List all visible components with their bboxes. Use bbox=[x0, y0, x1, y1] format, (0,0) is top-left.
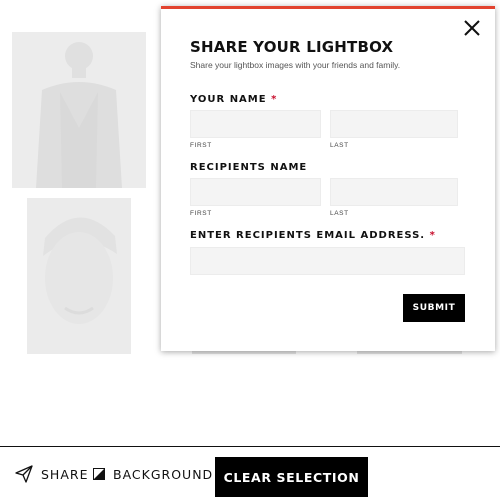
clear-selection-button[interactable]: CLEAR SELECTION bbox=[215, 457, 368, 497]
required-mark: * bbox=[429, 230, 436, 241]
share-button[interactable]: SHARE bbox=[14, 447, 88, 500]
contrast-icon bbox=[93, 468, 105, 480]
person-photo bbox=[12, 32, 146, 188]
paper-plane-icon bbox=[15, 465, 33, 483]
share-label: SHARE bbox=[41, 466, 89, 482]
face-photo bbox=[27, 198, 131, 354]
your-name-label-text: YOUR NAME bbox=[190, 94, 267, 105]
required-mark: * bbox=[271, 94, 278, 105]
recipients-name-label: RECIPIENTS NAME bbox=[190, 162, 308, 173]
recipient-first-name-input[interactable] bbox=[190, 178, 321, 206]
modal-title: SHARE YOUR LIGHTBOX bbox=[190, 38, 394, 56]
lightbox-thumbnail-edge bbox=[192, 351, 296, 354]
your-first-name-input[interactable] bbox=[190, 110, 321, 138]
background-label: BACKGROUND bbox=[113, 466, 214, 482]
first-sublabel: FIRST bbox=[190, 210, 212, 217]
email-label: ENTER RECIPIENTS EMAIL ADDRESS. * bbox=[190, 230, 436, 241]
your-last-name-input[interactable] bbox=[330, 110, 458, 138]
recipient-email-input[interactable] bbox=[190, 247, 465, 275]
lightbox-thumbnail[interactable] bbox=[27, 198, 131, 354]
lightbox-thumbnail[interactable] bbox=[12, 32, 146, 188]
recipient-last-name-input[interactable] bbox=[330, 178, 458, 206]
share-lightbox-modal: SHARE YOUR LIGHTBOX Share your lightbox … bbox=[161, 6, 495, 351]
lightbox-thumbnail-edge bbox=[357, 351, 462, 354]
first-sublabel: FIRST bbox=[190, 142, 212, 149]
close-icon[interactable] bbox=[461, 17, 483, 39]
last-sublabel: LAST bbox=[330, 210, 349, 217]
email-label-text: ENTER RECIPIENTS EMAIL ADDRESS. bbox=[190, 230, 426, 241]
last-sublabel: LAST bbox=[330, 142, 349, 149]
submit-button[interactable]: SUBMIT bbox=[403, 294, 465, 322]
background-button[interactable]: BACKGROUND bbox=[93, 447, 213, 500]
your-name-label: YOUR NAME * bbox=[190, 94, 277, 105]
modal-subtitle: Share your lightbox images with your fri… bbox=[190, 60, 401, 70]
lightbox-toolbar: SHARE BACKGROUND CLEAR SELECTION bbox=[0, 446, 500, 500]
